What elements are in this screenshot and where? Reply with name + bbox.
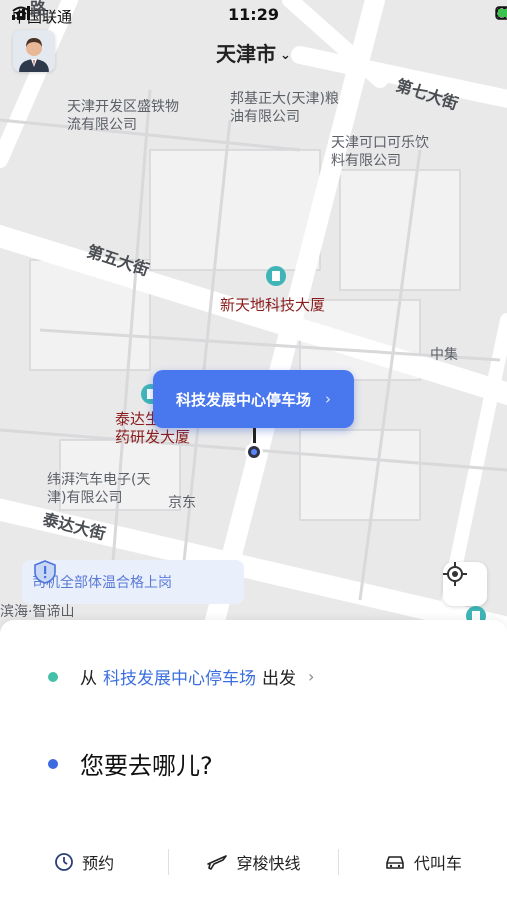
tab-call-for-others[interactable]: 代叫车 bbox=[339, 850, 507, 874]
city-label: 天津市 bbox=[216, 42, 277, 66]
destination-dot bbox=[48, 758, 58, 769]
road-label: 路 bbox=[30, 0, 47, 18]
tab-label: 代叫车 bbox=[413, 854, 462, 873]
plane-icon bbox=[207, 855, 228, 870]
pickup-suffix: 出发 bbox=[262, 669, 296, 689]
booking-sheet: 从 科技发展中心停车场 出发 › 您要去哪儿? 预约 穿梭快线 代叫车 bbox=[0, 620, 507, 900]
chevron-right-icon: › bbox=[308, 667, 315, 686]
tab-label: 穿梭快线 bbox=[236, 854, 301, 873]
tab-shuttle[interactable]: 穿梭快线 bbox=[169, 850, 337, 874]
pickup-row[interactable]: 从 科技发展中心停车场 出发 › bbox=[48, 664, 314, 689]
locate-icon bbox=[443, 562, 467, 586]
building-poi-icon bbox=[266, 266, 286, 286]
city-selector[interactable]: 天津市 ⌄ bbox=[0, 38, 507, 67]
pickup-location-text: 科技发展中心停车场 bbox=[103, 669, 256, 689]
battery-icon bbox=[495, 6, 507, 20]
chevron-down-icon: ⌄ bbox=[280, 48, 291, 63]
map-label: 中集 bbox=[430, 347, 458, 363]
pickup-prefix: 从 bbox=[80, 669, 97, 689]
car-icon bbox=[386, 856, 404, 869]
tab-reservation[interactable]: 预约 bbox=[0, 850, 168, 874]
service-tabs: 预约 穿梭快线 代叫车 bbox=[0, 840, 507, 884]
map-view[interactable]: 中国联通 11:29 天津市 ⌄ 天津开发区盛铁物流有限公司 邦基正大(天津)粮油… bbox=[0, 0, 507, 640]
map-label: 纬湃汽车电子(天津)有限公司 bbox=[47, 472, 151, 506]
chevron-right-icon: › bbox=[325, 390, 331, 408]
destination-prompt: 您要去哪儿? bbox=[80, 752, 213, 780]
map-label: 天津可口可乐饮料有限公司 bbox=[331, 135, 429, 169]
locate-me-button[interactable] bbox=[443, 562, 487, 606]
map-label: 邦基正大(天津)粮油有限公司 bbox=[230, 91, 339, 125]
pickup-location-label: 科技发展中心停车场 bbox=[175, 390, 311, 409]
map-label-poi: 新天地科技大厦 bbox=[220, 296, 326, 314]
status-bar: 中国联通 11:29 bbox=[0, 0, 507, 30]
driver-health-notice[interactable]: 司机全部体温合格上岗 bbox=[22, 560, 244, 604]
destination-input[interactable]: 您要去哪儿? bbox=[48, 746, 213, 781]
clock-icon bbox=[55, 853, 74, 871]
map-label: 京东 bbox=[168, 495, 196, 511]
pickup-pin-icon bbox=[245, 443, 263, 461]
tab-label: 预约 bbox=[82, 854, 115, 873]
pickup-location-bubble[interactable]: 科技发展中心停车场 › bbox=[153, 370, 354, 428]
map-label: 滨海·智谛山 bbox=[0, 604, 75, 620]
map-label: 天津开发区盛铁物流有限公司 bbox=[67, 99, 179, 133]
pickup-dot bbox=[48, 671, 58, 682]
shield-icon bbox=[34, 560, 56, 584]
clock-time: 11:29 bbox=[228, 5, 279, 24]
